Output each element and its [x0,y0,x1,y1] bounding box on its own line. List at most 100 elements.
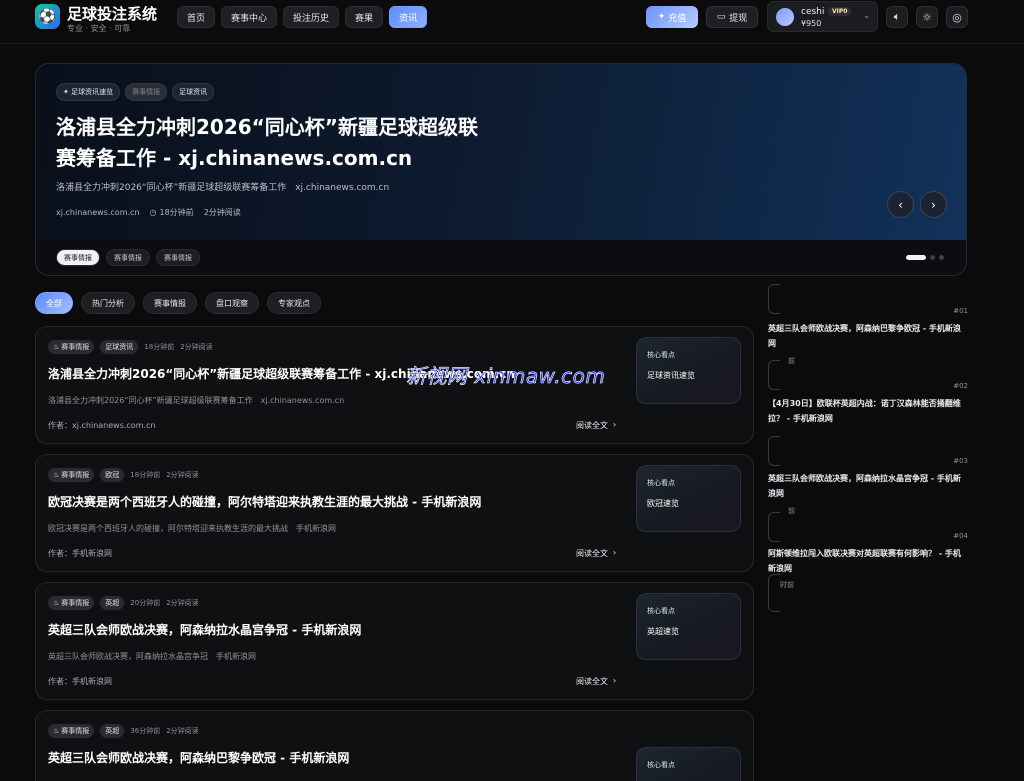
article-card[interactable]: ♨ 赛事情报 足球资讯 18分钟前 2分钟阅读 洛浦县全力冲刺2026“同心杯”新… [35,326,754,444]
article-category: 英超 [100,596,125,610]
rank-frame [768,360,780,390]
flame-icon: ♨ [53,471,60,479]
avatar [776,8,794,26]
article-card[interactable]: ♨ 赛事情报 英超 20分钟前 2分钟阅读 英超三队会师欧战决赛，阿森纳拉水晶宫争… [35,582,754,700]
rank-frame [768,436,780,466]
read-more-link[interactable]: 阅读全文 › [576,676,616,687]
rank-title[interactable]: 【4月30日】欧联杯英超内战：诺丁汉森林能否捅翻维拉？ - 手机新浪网 [768,396,968,426]
category-filters: 全部 热门分析 赛事情报 盘口观察 专家观点 [35,292,321,314]
article-read-time: 2分钟阅读 [166,599,199,607]
carousel-dot[interactable] [930,255,935,260]
article-time: 18分钟前 [130,471,161,479]
hero-time: 18分钟前 [159,208,194,217]
user-balance: ¥950 [801,19,822,28]
user-menu[interactable]: ceshi VIP0 ¥950 ⌄ [767,1,878,32]
rank-frame [768,284,780,314]
article-summary: 欧冠决赛是两个西班牙人的碰撞，阿尔特塔迎来执教生涯的最大挑战 手机新浪网 [48,524,336,533]
carousel-dot[interactable] [906,255,926,260]
read-more-link[interactable]: 阅读全文 › [576,420,616,431]
article-summary: 洛浦县全力冲刺2026“同心杯”新疆足球超级联赛筹备工作 xj.chinanew… [48,396,345,405]
globe-icon[interactable]: ◎ [946,6,968,28]
article-title[interactable]: 英超三队会师欧战决赛，阿森纳巴黎争欧冠 - 手机新浪网 [48,749,349,766]
key-points-label: 核心看点 [647,607,675,615]
article-time: 36分钟前 [130,727,161,735]
hero-tag-intel: 赛事情报 [125,83,168,101]
withdraw-button[interactable]: ▭ 提现 [706,6,758,28]
chevron-right-icon: › [613,548,617,557]
vip-badge: VIP0 [828,7,852,16]
article-author: 作者：手机新浪网 [48,677,112,686]
nav-home[interactable]: 首页 [177,6,216,28]
hero-summary: 洛浦县全力冲刺2026“同心杯”新疆足球超级联赛筹备工作 xj.chinanew… [56,183,390,193]
filter-match-intel[interactable]: 赛事情报 [143,292,197,314]
recharge-button[interactable]: ✦ 充值 [646,6,698,28]
read-more-link[interactable]: 阅读全文 › [576,548,616,559]
article-tags: ♨ 赛事情报 欧冠 18分钟前 2分钟阅读 [48,468,199,482]
hero-title[interactable]: 洛浦县全力冲刺2026“同心杯”新疆足球超级联赛筹备工作 - xj.chinan… [56,112,486,174]
withdraw-label: 提现 [729,13,748,24]
chevron-left-icon[interactable]: ‹ [887,191,914,218]
chevron-right-icon[interactable]: › [920,191,947,218]
article-card[interactable]: ♨ 赛事情报 英超 36分钟前 2分钟阅读 英超三队会师欧战决赛，阿森纳巴黎争欧冠… [35,710,754,781]
rank-number: #04 [953,532,968,540]
article-tags: ♨ 赛事情报 足球资讯 18分钟前 2分钟阅读 [48,340,213,354]
nav-bet-history[interactable]: 投注历史 [283,6,340,28]
brand-title[interactable]: 足球投注系统 [67,3,157,24]
hero-tags: ✦ 足球资讯速览 赛事情报 足球资讯 [56,83,215,101]
rank-frame [768,512,780,542]
hero-banner: ✦ 足球资讯速览 赛事情报 足球资讯 洛浦县全力冲刺2026“同心杯”新疆足球超… [36,64,966,240]
hero-carousel[interactable]: ✦ 足球资讯速览 赛事情报 足球资讯 洛浦县全力冲刺2026“同心杯”新疆足球超… [35,63,967,276]
key-points-box: 核心看点 欧冠速览 [636,465,741,532]
flame-icon: ♨ [53,343,60,351]
hero-thumb[interactable]: 赛事情报 [106,249,150,266]
nav-news[interactable]: 资讯 [389,6,428,28]
rank-frame [768,574,780,612]
key-points-value: 英超速览 [647,627,679,636]
article-time: 20分钟前 [130,599,161,607]
hero-read-time: 2分钟阅读 [203,208,241,217]
rank-time: 时前 [780,581,794,589]
filter-expert-view[interactable]: 专家观点 [267,292,321,314]
article-read-time: 2分钟阅读 [166,727,199,735]
article-tags: ♨ 赛事情报 英超 20分钟前 2分钟阅读 [48,596,199,610]
sun-icon[interactable]: ☼ [916,6,938,28]
key-points-label: 核心看点 [647,761,675,769]
chevron-right-icon: › [613,676,617,685]
article-title[interactable]: 英超三队会师欧战决赛，阿森纳拉水晶宫争冠 - 手机新浪网 [48,621,361,638]
filter-hot-analysis[interactable]: 热门分析 [81,292,135,314]
brand-subtitle: 专业 · 安全 · 可靠 [67,24,131,33]
flame-icon: ♨ [53,599,60,607]
watermark-text: 新视网 xinmaw.com [406,364,606,389]
main-nav: 首页 赛事中心 投注历史 赛果 资讯 [177,6,428,28]
rank-title[interactable]: 英超三队会师欧战决赛，阿森纳巴黎争欧冠 - 手机新浪网 [768,321,968,351]
article-author: 作者：手机新浪网 [48,549,112,558]
top-header: ⚽ 足球投注系统 专业 · 安全 · 可靠 首页 赛事中心 投注历史 赛果 资讯… [0,0,1024,44]
hero-thumb[interactable]: 赛事情报 [156,249,200,266]
article-tag: ♨ 赛事情报 [48,724,95,738]
rank-time: 前 [788,357,795,365]
filter-odds-watch[interactable]: 盘口观察 [205,292,259,314]
rank-time: 前 [788,507,795,515]
key-points-value: 足球资讯速览 [647,371,695,380]
article-read-time: 2分钟阅读 [166,471,199,479]
hero-meta: xj.chinanews.com.cn ◷ 18分钟前 2分钟阅读 [56,207,241,218]
volume-icon[interactable]: 🔈︎ [886,6,908,28]
rank-title[interactable]: 英超三队会师欧战决赛，阿森纳拉水晶宫争冠 - 手机新浪网 [768,471,968,501]
article-category: 英超 [100,724,125,738]
article-title[interactable]: 欧冠决赛是两个西班牙人的碰撞，阿尔特塔迎来执教生涯的最大挑战 - 手机新浪网 [48,493,481,510]
nav-results[interactable]: 赛果 [345,6,384,28]
nav-match-center[interactable]: 赛事中心 [221,6,278,28]
hero-tag-news: 足球资讯 [172,83,215,101]
article-tag: ♨ 赛事情报 [48,596,95,610]
sparkle-icon: ✦ [657,12,666,22]
filter-all[interactable]: 全部 [35,292,73,314]
clock-icon: ◷ [149,208,157,217]
carousel-dot[interactable] [939,255,944,260]
soccer-ball-icon[interactable]: ⚽ [35,4,60,29]
article-card[interactable]: ♨ 赛事情报 欧冠 18分钟前 2分钟阅读 欧冠决赛是两个西班牙人的碰撞，阿尔特塔… [35,454,754,572]
chevron-down-icon: ⌄ [863,11,870,20]
hero-thumb[interactable]: 赛事情报 [56,249,100,266]
hero-tag-overview: ✦ 足球资讯速览 [56,83,121,101]
rank-title[interactable]: 阿斯顿维拉闯入欧联决赛对英超联赛有何影响？ - 手机新浪网 [768,546,968,576]
key-points-box: 核心看点 足球资讯速览 [636,337,741,404]
